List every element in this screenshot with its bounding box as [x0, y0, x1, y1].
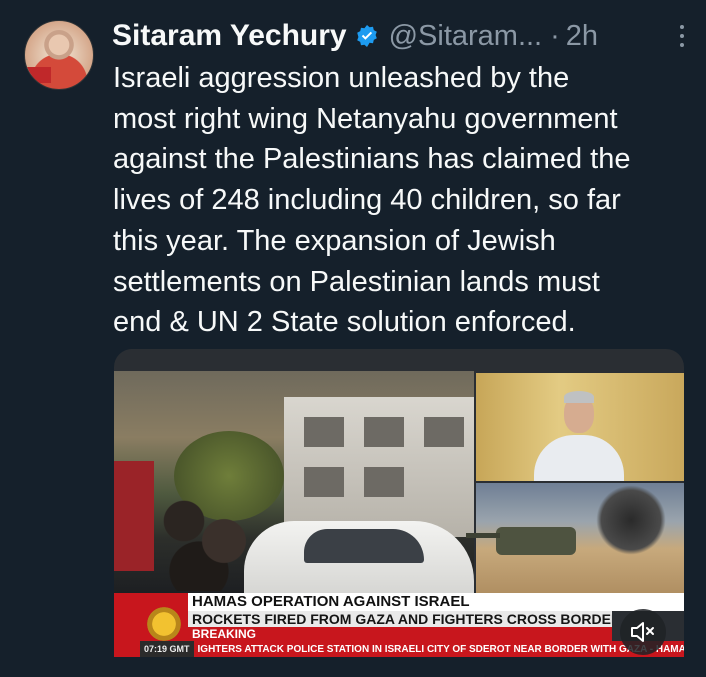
flag-badge [27, 67, 51, 83]
video-scene-interviewee [476, 373, 684, 481]
more-vertical-icon[interactable] [672, 20, 692, 52]
ticker-subline: ROCKETS FIRED FROM GAZA AND FIGHTERS CRO… [188, 611, 612, 627]
tweet-header: Sitaram Yechury @Sitaram... · 2h [112, 16, 692, 56]
video-scene-street [114, 371, 474, 611]
tweet-text: Israeli aggression unleashed by the most… [113, 62, 631, 339]
video-player[interactable]: HAMAS OPERATION AGAINST ISRAEL ROCKETS F… [114, 349, 684, 677]
ticker-crawl-text: IGHTERS ATTACK POLICE STATION IN ISRAELI… [197, 644, 684, 655]
post-time[interactable]: 2h [566, 20, 598, 53]
speaker-muted-icon[interactable] [620, 609, 666, 655]
author-handle[interactable]: @Sitaram... [389, 20, 543, 53]
video-scene-tank [466, 483, 684, 593]
ticker-clock: 07:19 GMT [140, 641, 194, 657]
breaking-label: BREAKING [188, 627, 612, 641]
ticker-headline: HAMAS OPERATION AGAINST ISRAEL [188, 593, 684, 611]
avatar[interactable] [24, 20, 94, 90]
news-ticker: HAMAS OPERATION AGAINST ISRAEL ROCKETS F… [114, 593, 684, 677]
author-name[interactable]: Sitaram Yechury [112, 19, 347, 53]
verified-badge-icon [356, 25, 377, 47]
meta-separator: · [550, 19, 560, 52]
ticker-crawl: 07:19 GMT IGHTERS ATTACK POLICE STATION I… [114, 641, 684, 657]
